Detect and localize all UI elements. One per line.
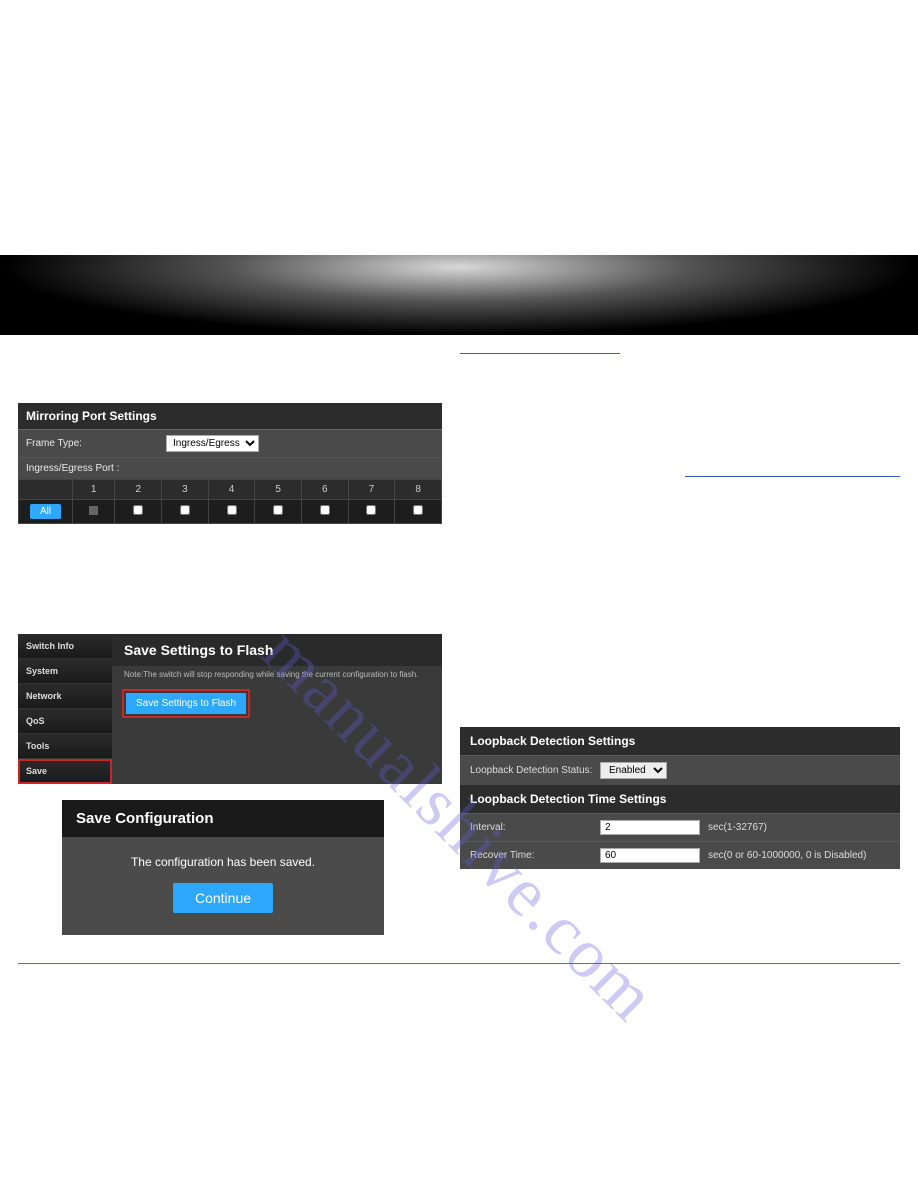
port-checkbox[interactable] — [366, 505, 376, 515]
port-checkbox[interactable] — [133, 505, 143, 515]
port-col: 2 — [115, 480, 162, 500]
header-banner — [0, 255, 918, 335]
port-checkbox[interactable] — [180, 505, 190, 515]
interval-label: Interval: — [470, 822, 600, 833]
save-flash-button[interactable]: Save Settings to Flash — [126, 693, 246, 714]
save-flash-note: Note:The switch will stop responding whi… — [112, 666, 442, 687]
port-checkbox[interactable] — [89, 506, 98, 515]
port-col: 1 — [73, 480, 115, 500]
frame-type-select[interactable]: Ingress/Egress — [166, 435, 259, 452]
side-nav: Switch Info System Network QoS Tools Sav… — [18, 634, 112, 784]
recover-hint: sec(0 or 60-1000000, 0 is Disabled) — [708, 850, 866, 861]
port-table: 1 2 3 4 5 6 7 8 All — [18, 479, 442, 524]
recover-input[interactable] — [600, 848, 700, 863]
loopback-time-title: Loopback Detection Time Settings — [460, 785, 900, 813]
save-settings-panel: Switch Info System Network QoS Tools Sav… — [18, 634, 442, 784]
section-divider — [18, 963, 900, 964]
heading-underline — [460, 353, 620, 354]
continue-button[interactable]: Continue — [173, 883, 273, 913]
interval-hint: sec(1-32767) — [708, 822, 767, 833]
sidebar-item-switch-info[interactable]: Switch Info — [18, 634, 112, 659]
port-checkbox[interactable] — [320, 505, 330, 515]
port-checkbox[interactable] — [413, 505, 423, 515]
port-col: 6 — [301, 480, 348, 500]
sidebar-item-network[interactable]: Network — [18, 684, 112, 709]
port-checkbox[interactable] — [273, 505, 283, 515]
ingress-egress-label: Ingress/Egress Port : — [26, 463, 119, 474]
port-col: 7 — [348, 480, 395, 500]
port-checkbox[interactable] — [227, 505, 237, 515]
save-conf-title: Save Configuration — [62, 800, 384, 837]
port-col: 4 — [208, 480, 255, 500]
save-flash-title: Save Settings to Flash — [112, 634, 442, 666]
sidebar-item-qos[interactable]: QoS — [18, 709, 112, 734]
mirroring-panel: Mirroring Port Settings Frame Type: Ingr… — [18, 403, 442, 524]
sidebar-item-save[interactable]: Save — [18, 759, 112, 784]
interval-input[interactable] — [600, 820, 700, 835]
loopback-title: Loopback Detection Settings — [460, 727, 900, 755]
recover-label: Recover Time: — [470, 850, 600, 861]
sidebar-item-system[interactable]: System — [18, 659, 112, 684]
port-col: 5 — [255, 480, 302, 500]
loopback-status-select[interactable]: Enabled — [600, 762, 667, 779]
save-conf-message: The configuration has been saved. — [76, 855, 370, 869]
port-col: 3 — [162, 480, 209, 500]
mirroring-title: Mirroring Port Settings — [18, 403, 442, 429]
loopback-status-label: Loopback Detection Status: — [470, 765, 600, 776]
all-button[interactable]: All — [30, 504, 61, 519]
frame-type-label: Frame Type: — [26, 438, 166, 449]
sidebar-item-tools[interactable]: Tools — [18, 734, 112, 759]
loopback-panel: Loopback Detection Settings Loopback Det… — [460, 727, 900, 869]
port-col: 8 — [395, 480, 442, 500]
save-confirmation-dialog: Save Configuration The configuration has… — [62, 800, 384, 935]
subheading-underline — [685, 476, 900, 477]
